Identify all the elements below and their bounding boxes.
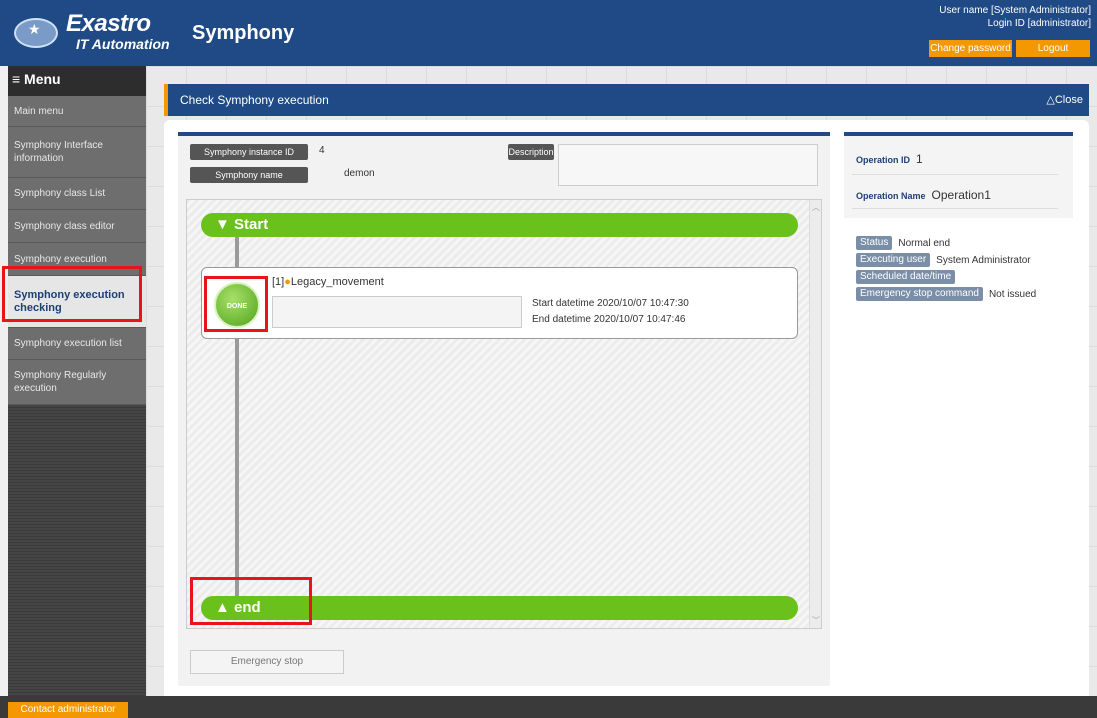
instance-id-label: Symphony instance ID [190, 144, 308, 160]
contact-admin-button[interactable]: Contact administrator [8, 702, 128, 718]
movement-node[interactable]: DONE [1]●Legacy_movement Start datetime … [201, 267, 798, 339]
highlight-sidebar-item [2, 266, 142, 322]
footer: Contact administrator [0, 696, 1097, 718]
estop-command-label: Emergency stop command [856, 287, 983, 301]
operation-id-value: 1 [916, 152, 923, 166]
operation-id-label: Operation ID [856, 155, 911, 165]
status-value: Normal end [898, 237, 951, 249]
app-header: ★ Exastro IT Automation Symphony User na… [0, 0, 1097, 66]
menu-title[interactable]: ≡ Menu [8, 66, 146, 96]
operation-panel: Operation ID 1 Operation Name Operation1 S… [844, 132, 1073, 320]
highlight-done-status [204, 276, 268, 332]
node-note-field [272, 296, 522, 328]
section-title: Check Symphony execution [180, 93, 329, 107]
instance-id-value: 4 [319, 145, 325, 156]
flow-canvas[interactable]: ▼ Start DONE [1]●Legacy_movement Start d… [186, 199, 822, 629]
sidebar-item-main-menu[interactable]: Main menu [8, 96, 146, 127]
node-dot-icon: ● [284, 276, 291, 288]
scheduled-row: Scheduled date/time [856, 270, 956, 284]
node-title: [1]●Legacy_movement [272, 276, 384, 288]
description-label: Description [508, 144, 554, 160]
executing-user-value: System Administrator [936, 254, 1031, 266]
exastro-logo[interactable]: ★ Exastro IT Automation [14, 10, 174, 56]
login-id: Login ID [administrator] [987, 18, 1091, 29]
flow-start: ▼ Start [201, 213, 798, 237]
node-index: [1] [272, 276, 285, 288]
estop-command-row: Emergency stop command Not issued [856, 287, 1036, 301]
section-header: Check Symphony execution △Close [164, 84, 1089, 116]
symphony-name-label: Symphony name [190, 167, 308, 183]
status-area: Status Normal end Executing user System … [844, 218, 1073, 320]
divider [852, 208, 1058, 209]
status-row: Status Normal end [856, 236, 950, 250]
operation-name-label: Operation Name [856, 191, 926, 201]
highlight-end [190, 577, 312, 625]
star-icon: ★ [28, 21, 41, 37]
sidebar-item-interface-info[interactable]: Symphony Interface information [8, 127, 146, 178]
close-link[interactable]: △Close [1046, 84, 1083, 116]
sidebar-item-class-list[interactable]: Symphony class List [8, 178, 146, 210]
emergency-stop-button[interactable]: Emergency stop [190, 650, 344, 674]
sidebar-item-regularly-execution[interactable]: Symphony Regularly execution [8, 360, 146, 405]
estop-command-value: Not issued [988, 288, 1037, 300]
node-end-datetime: End datetime 2020/10/07 10:47:46 [532, 314, 686, 325]
scroll-up-icon[interactable]: ︿ [812, 202, 820, 213]
sidebar: ≡ Menu Main menu Symphony Interface info… [8, 66, 146, 696]
divider [852, 174, 1058, 175]
sidebar-item-execution-list[interactable]: Symphony execution list [8, 328, 146, 360]
user-name: User name [System Administrator] [939, 5, 1091, 16]
operation-name-row: Operation Name Operation1 [856, 188, 991, 202]
user-info: User name [System Administrator] Login I… [939, 4, 1091, 30]
node-start-datetime: Start datetime 2020/10/07 10:47:30 [532, 298, 689, 309]
sidebar-item-class-editor[interactable]: Symphony class editor [8, 210, 146, 243]
flow-scrollbar[interactable]: ︿ ﹀ [809, 200, 821, 628]
logo-main-text: Exastro [66, 10, 151, 37]
app-title: Symphony [192, 22, 295, 44]
symphony-name-value: demon [344, 168, 375, 179]
executing-user-row: Executing user System Administrator [856, 253, 1031, 267]
operation-name-value: Operation1 [931, 188, 991, 202]
scheduled-label: Scheduled date/time [856, 270, 956, 284]
executing-user-label: Executing user [856, 253, 931, 267]
description-field [558, 144, 818, 186]
logo-sub-text: IT Automation [76, 36, 170, 52]
scroll-down-icon[interactable]: ﹀ [812, 615, 820, 626]
change-password-button[interactable]: Change password [929, 40, 1012, 57]
status-label: Status [856, 236, 893, 250]
node-name: Legacy_movement [290, 276, 384, 288]
operation-id-row: Operation ID 1 [856, 152, 923, 166]
logout-button[interactable]: Logout [1016, 40, 1090, 57]
